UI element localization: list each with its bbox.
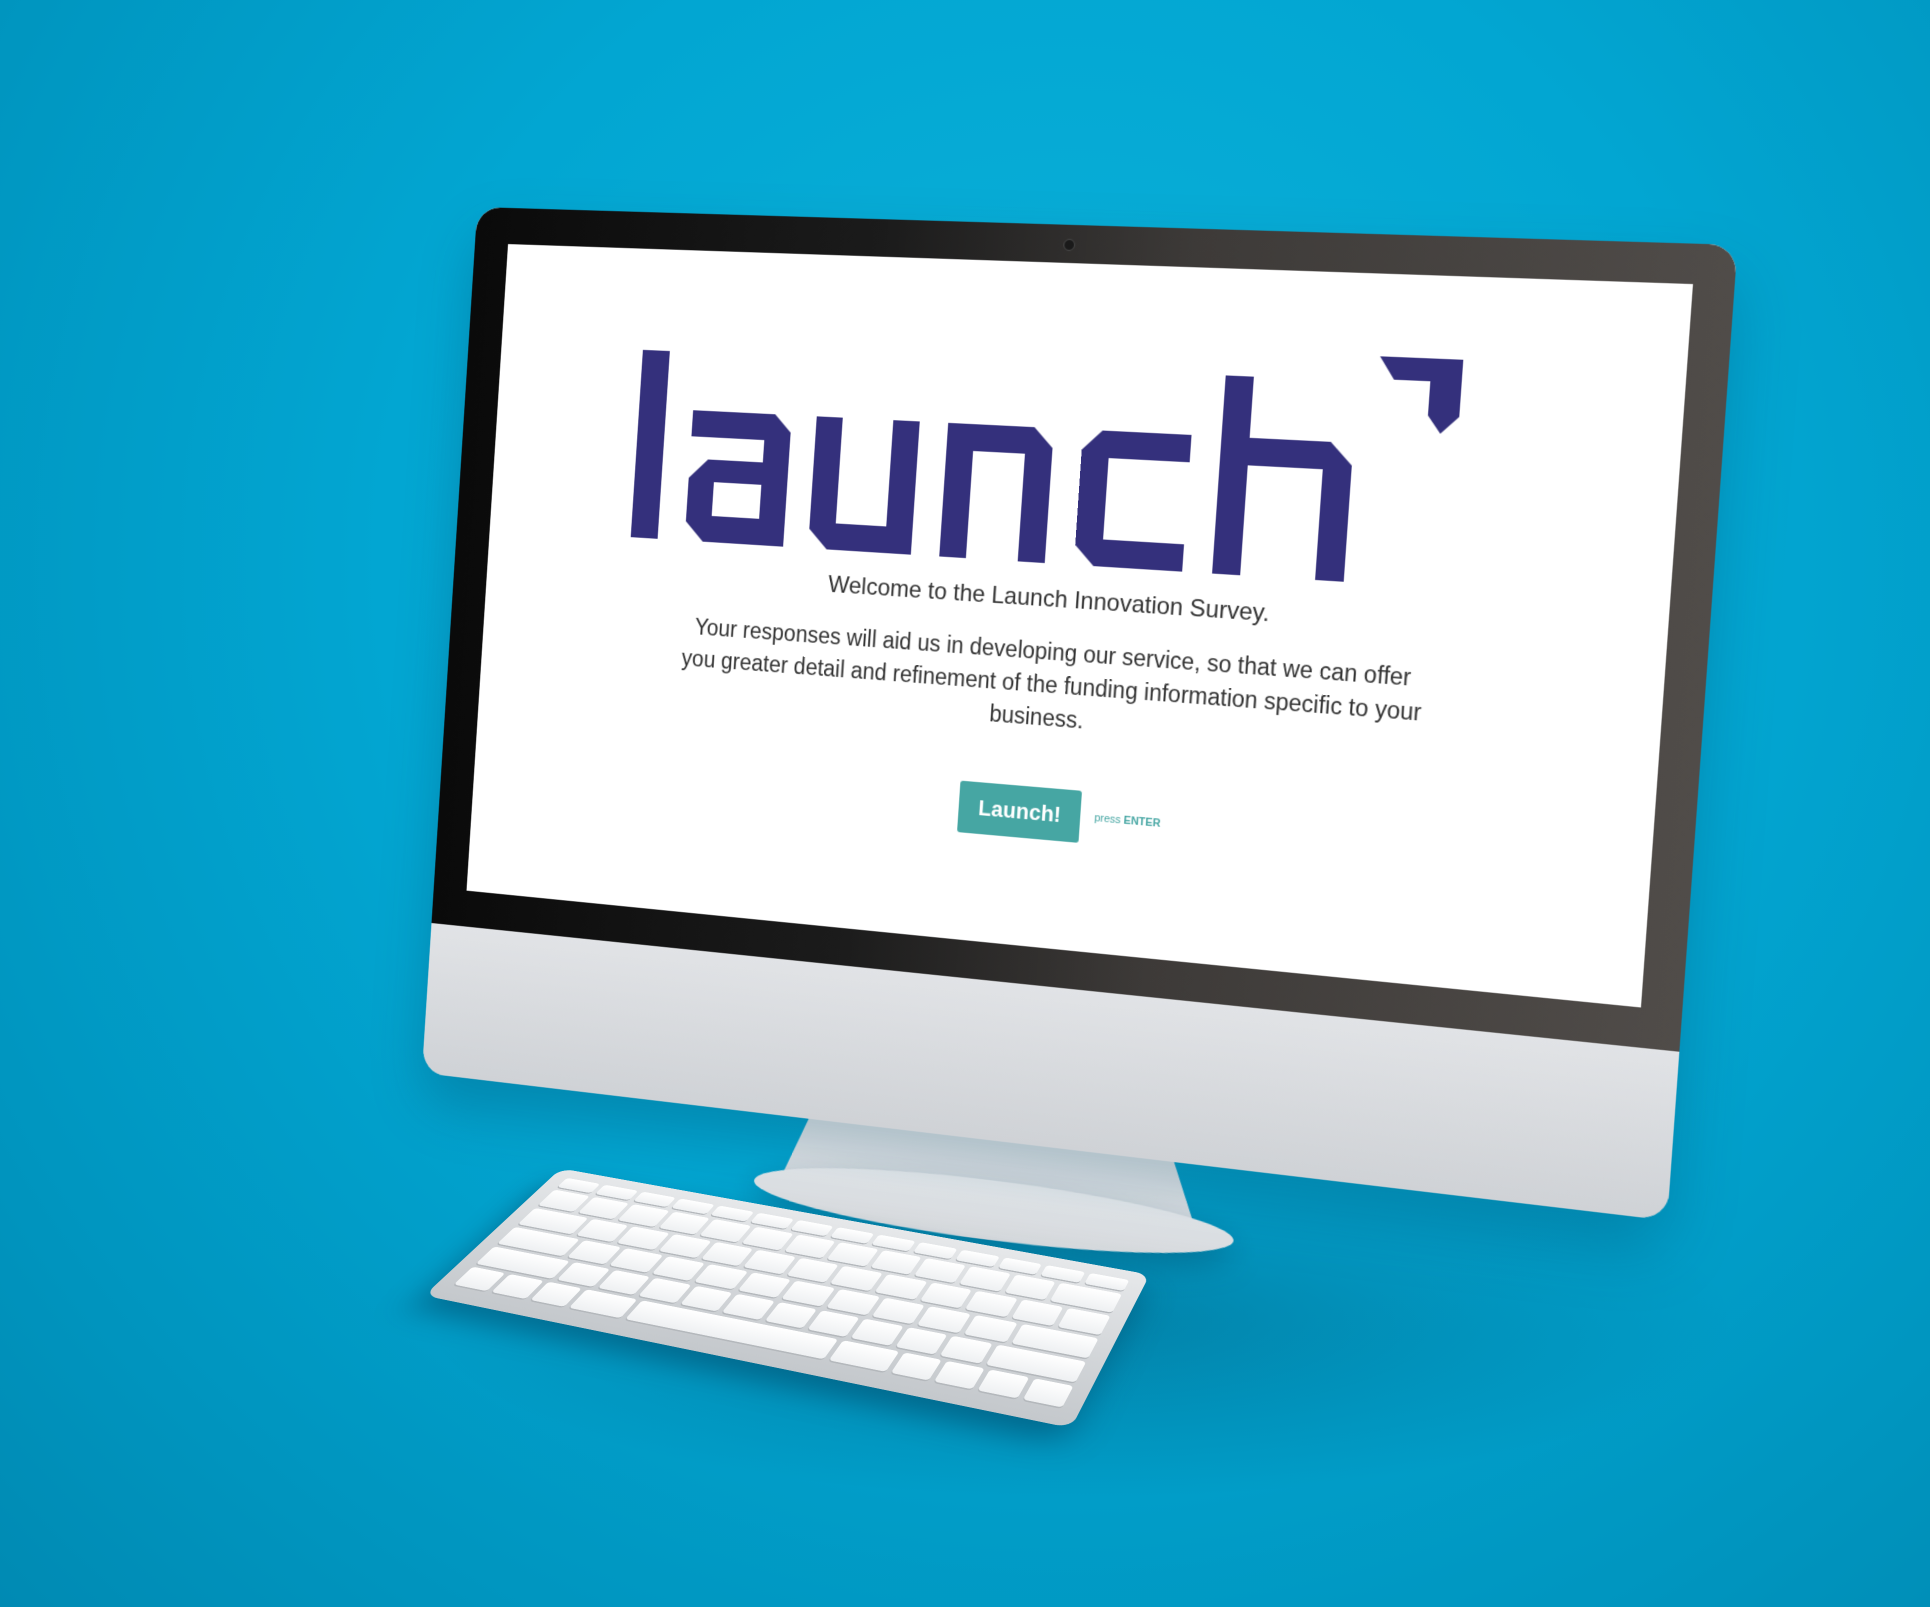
key — [914, 1258, 966, 1283]
key — [742, 1227, 794, 1251]
key — [891, 1352, 942, 1380]
key — [965, 1291, 1017, 1317]
monitor-body: Welcome to the Launch Innovation Survey.… — [422, 207, 1738, 1221]
key — [895, 1327, 947, 1354]
desk-scene: Welcome to the Launch Innovation Survey.… — [0, 0, 1930, 1607]
enter-hint-prefix: press — [1094, 812, 1121, 826]
key — [934, 1361, 985, 1389]
key — [872, 1298, 926, 1325]
key — [827, 1242, 879, 1266]
arrow-corner-icon — [1375, 356, 1463, 434]
key — [978, 1370, 1029, 1399]
key — [694, 1264, 748, 1289]
key — [807, 1310, 859, 1337]
webcam-icon — [1063, 239, 1075, 251]
key — [964, 1315, 1018, 1342]
key — [1004, 1274, 1055, 1300]
key — [940, 1336, 992, 1364]
key — [959, 1266, 1011, 1291]
key — [784, 1234, 836, 1258]
enter-hint-key: ENTER — [1123, 815, 1161, 830]
monitor-bezel: Welcome to the Launch Innovation Survey.… — [431, 207, 1737, 1052]
screen: Welcome to the Launch Innovation Survey.… — [467, 244, 1693, 1007]
key — [870, 1250, 922, 1275]
key — [1058, 1308, 1110, 1335]
key — [738, 1272, 792, 1298]
key — [920, 1282, 973, 1308]
monitor: Welcome to the Launch Innovation Survey.… — [419, 207, 1738, 1273]
launch-logo-wordmark — [621, 316, 1522, 602]
key — [787, 1258, 840, 1283]
cta-row: Launch! press ENTER — [473, 736, 1654, 898]
key — [1011, 1299, 1063, 1326]
survey-description: Your responses will aid us in developing… — [671, 610, 1433, 765]
launch-logo — [621, 316, 1522, 602]
key — [743, 1250, 796, 1275]
key — [851, 1319, 903, 1346]
key — [782, 1281, 836, 1307]
launch-button[interactable]: Launch! — [957, 781, 1082, 843]
key — [764, 1302, 817, 1328]
enter-hint: press ENTER — [1094, 812, 1161, 830]
key — [1023, 1378, 1074, 1407]
key — [722, 1294, 775, 1320]
key — [826, 1289, 880, 1315]
key — [917, 1306, 971, 1333]
key — [830, 1266, 883, 1291]
key — [875, 1274, 928, 1300]
